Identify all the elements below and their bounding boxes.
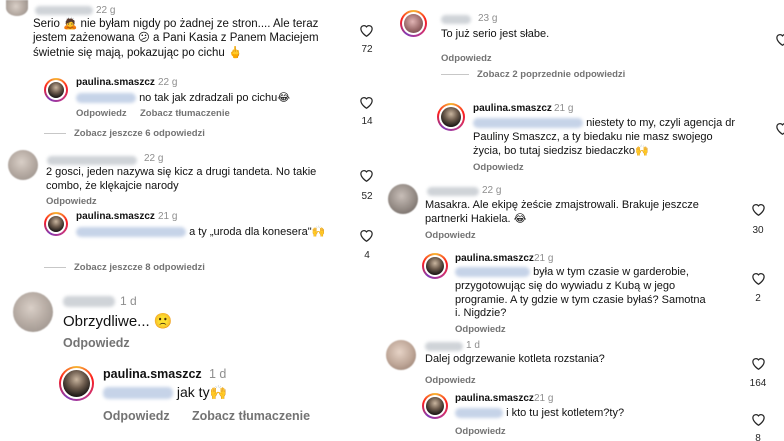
comment-text: Dalej odgrzewanie kotleta rozstania?	[425, 353, 605, 365]
reply-button[interactable]: Odpowiedz	[473, 162, 524, 172]
avatar[interactable]	[6, 0, 28, 16]
blurred-mention[interactable]	[103, 387, 173, 400]
like-count: 164	[749, 378, 767, 389]
like-count: 72	[361, 44, 373, 55]
reply-time: 22 g	[158, 77, 178, 88]
reply-time: 21 g	[534, 393, 554, 404]
like-count: 2	[755, 293, 761, 304]
reply-text: jak ty🙌	[103, 384, 227, 401]
comment-text: Obrzydliwe... 🙁	[63, 313, 173, 330]
comment-text: 2 gosci, jeden nazywa się kicz a drugi t…	[46, 166, 317, 192]
divider	[441, 73, 469, 75]
avatar[interactable]	[44, 78, 68, 102]
heart-icon[interactable]	[751, 356, 766, 370]
divider	[44, 266, 66, 268]
reply-button[interactable]: Odpowiedz	[46, 196, 97, 207]
heart-icon[interactable]	[359, 228, 374, 242]
like-count: 30	[752, 225, 764, 236]
blurred-mention[interactable]	[455, 267, 530, 278]
translate-button[interactable]: Zobacz tłumaczenie	[192, 409, 310, 423]
like-count: 8	[755, 433, 761, 441]
comment-time: 22 g	[482, 185, 502, 196]
divider	[44, 132, 66, 134]
blurred-mention[interactable]	[76, 93, 136, 104]
avatar[interactable]	[400, 10, 427, 37]
blurred-mention[interactable]	[76, 227, 186, 238]
avatar[interactable]	[388, 184, 418, 214]
blurred-username[interactable]	[35, 6, 93, 15]
heart-icon[interactable]	[751, 271, 766, 285]
view-more-replies[interactable]: Zobacz jeszcze 6 odpowiedzi	[44, 128, 205, 139]
reply-text: niestety to my, czyli agencja dr Pauliny…	[473, 117, 736, 157]
heart-icon[interactable]	[751, 202, 766, 216]
right-bottom-panel: 22 g Masakra. Ale ekipę żeście zmajstrow…	[382, 176, 784, 441]
comment-text: Serio 🙇 nie byłam nigdy po żadnej ze str…	[33, 18, 319, 59]
blurred-username[interactable]	[425, 342, 463, 351]
reply-text: i kto tu jest kotletem?ty?	[455, 407, 624, 419]
avatar[interactable]	[44, 212, 68, 236]
left-bottom-panel: 1 d Obrzydliwe... 🙁 Odpowiedz paulina.sm…	[0, 284, 382, 441]
reply-username[interactable]: paulina.smaszcz	[455, 393, 534, 404]
like-count: 14	[361, 116, 373, 127]
reply-text: no tak jak zdradzali po cichu😂	[76, 91, 290, 104]
avatar[interactable]	[437, 103, 465, 131]
like-count: 52	[361, 191, 373, 202]
reply-username[interactable]: paulina.smaszcz	[76, 211, 155, 222]
blurred-username[interactable]	[427, 187, 479, 196]
view-previous-replies[interactable]: Zobacz 2 poprzednie odpowiedzi	[441, 69, 625, 80]
reply-button[interactable]: Odpowiedz	[425, 230, 476, 241]
avatar[interactable]	[386, 340, 416, 370]
reply-button[interactable]: Odpowiedz	[455, 426, 506, 437]
blurred-mention[interactable]	[455, 408, 503, 419]
comment-time: 23 g	[478, 13, 498, 24]
reply-username[interactable]: paulina.smaszcz	[455, 253, 534, 264]
comment-time: 1 d	[466, 340, 480, 351]
reply-button[interactable]: Odpowiedz	[441, 53, 492, 64]
comment-text: Masakra. Ale ekipę żeście zmajstrowali. …	[425, 199, 699, 225]
avatar[interactable]	[59, 366, 94, 401]
heart-icon[interactable]	[359, 23, 374, 37]
heart-icon[interactable]	[359, 168, 374, 182]
reply-button[interactable]: Odpowiedz	[103, 409, 170, 423]
view-more-replies[interactable]: Zobacz jeszcze 8 odpowiedzi	[44, 262, 205, 273]
right-top-panel: 23 g To już serio jest słabe. Odpowiedz …	[392, 0, 784, 172]
comment-time: 1 d	[120, 294, 137, 308]
blurred-username[interactable]	[63, 296, 115, 307]
blurred-username[interactable]	[47, 156, 137, 165]
left-top-panel: 22 g Serio 🙇 nie byłam nigdy po żadnej z…	[0, 0, 382, 284]
reply-text: była w tym czasie w garderobie, przygoto…	[455, 266, 706, 320]
heart-icon[interactable]	[751, 412, 766, 426]
like-count: 4	[364, 250, 370, 261]
avatar[interactable]	[8, 150, 38, 180]
reply-username[interactable]: paulina.smaszcz	[76, 77, 155, 88]
avatar[interactable]	[13, 292, 53, 332]
heart-icon[interactable]	[775, 121, 784, 135]
comment-time: 22 g	[144, 153, 164, 164]
reply-button[interactable]: Odpowiedz	[76, 108, 127, 119]
heart-icon[interactable]	[775, 32, 784, 46]
comment-text: To już serio jest słabe.	[441, 28, 550, 40]
reply-username[interactable]: paulina.smaszcz	[473, 103, 552, 114]
reply-time: 1 d	[209, 367, 227, 381]
blurred-username[interactable]	[441, 15, 471, 24]
avatar[interactable]	[422, 393, 448, 419]
avatar[interactable]	[422, 253, 448, 279]
reply-time: 21 g	[534, 253, 554, 264]
reply-button[interactable]: Odpowiedz	[425, 375, 476, 386]
heart-icon[interactable]	[359, 95, 374, 109]
blurred-mention[interactable]	[473, 118, 583, 129]
reply-button[interactable]: Odpowiedz	[63, 336, 130, 350]
translate-button[interactable]: Zobacz tłumaczenie	[140, 108, 230, 119]
reply-text: a ty „uroda dla konesera"🙌	[76, 225, 325, 238]
reply-button[interactable]: Odpowiedz	[455, 324, 506, 335]
comment-time: 22 g	[96, 5, 116, 16]
reply-time: 21 g	[158, 211, 178, 222]
reply-username[interactable]: paulina.smaszcz	[103, 367, 202, 381]
reply-time: 21 g	[554, 103, 574, 114]
